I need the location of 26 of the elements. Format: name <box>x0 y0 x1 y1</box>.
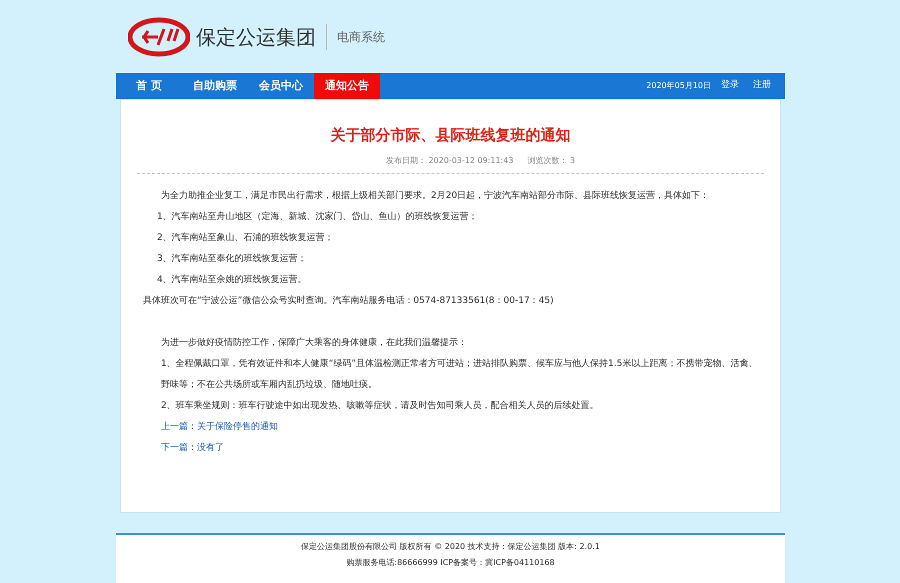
nav-link[interactable]: 登录 <box>721 79 739 93</box>
footer-text: 保定公运集团股份有限公司 版权所有 © 2020 技术支持：保定公运集团 版本: 2.0.1 <box>301 541 600 553</box>
article-paragraph: 4、汽车南站至余姚的班线恢复运营。 <box>156 274 308 286</box>
article-paragraph: 2、汽车南站至象山、石浦的班线恢复运营； <box>156 232 335 244</box>
date-text: 2020年05月10日 <box>646 80 711 92</box>
brand-name: 保定公运集团 <box>196 24 316 50</box>
article-nav-link[interactable]: 上一篇：关于保险停售的通知 <box>137 416 764 438</box>
article-paragraph: 3、汽车南站至奉化的班线恢复运营； <box>156 252 308 266</box>
article-paragraph: 1、汽车南站至舟山地区（定海、新城、沈家门、岱山、鱼山）的班线恢复运营； <box>156 210 479 224</box>
nav-tab[interactable]: 会员中心 <box>248 73 314 99</box>
meta-text: 发布日期： 2020-03-12 09:11:43 <box>386 154 514 166</box>
footer-text: 购票服务电话:86666999 ICP备案号：冀ICP备04110168 <box>346 557 555 569</box>
article-paragraph: 为进一步做好疫情防控工作，保障广大乘客的身体健康，在此我们温馨提示： <box>160 336 468 350</box>
article-nav-link[interactable]: 下一篇：没有了 <box>137 438 764 458</box>
logo-icon <box>128 16 190 56</box>
nav-link[interactable]: 注册 <box>753 79 771 93</box>
nav-tab[interactable]: 自助购票 <box>182 73 248 99</box>
nav-tab[interactable]: 通知公告 <box>314 73 380 99</box>
article-paragraph: 1、全程佩戴口罩，凭有效证件和本人健康“绿码”且体温检测正常者方可进站；进站排队购票、候车应与他人保持1.5米以上距离；不携带宠物、活禽、野味等；不在公共场所或车厢内乱扔垃圾、随地吐痰。 <box>160 358 758 392</box>
article-paragraph: 为全力助推企业复工，满足市民出行需求，根据上级相关部门要求。2月20日起，宁波汽车南站部分市际、县际班线恢复运营，具体如下： <box>160 190 710 202</box>
meta-text: 浏览次数： 3 <box>527 154 576 166</box>
article-paragraph: 具体班次可在“宁波公运”微信公众号实时查询。汽车南站服务电话：0574-87133561(8：00-17：45) <box>142 294 555 308</box>
article-title: 关于部分市际、县际班线复班的通知 <box>329 125 572 146</box>
article-paragraph: 2、班车乘坐规则：班车行驶途中如出现发热、咳嗽等症状，请及时告知司乘人员，配合相关人员的后续处置。 <box>160 400 600 412</box>
nav-tab[interactable]: 首 页 <box>116 73 182 99</box>
brand-subtitle: 电商系统 <box>337 28 385 46</box>
